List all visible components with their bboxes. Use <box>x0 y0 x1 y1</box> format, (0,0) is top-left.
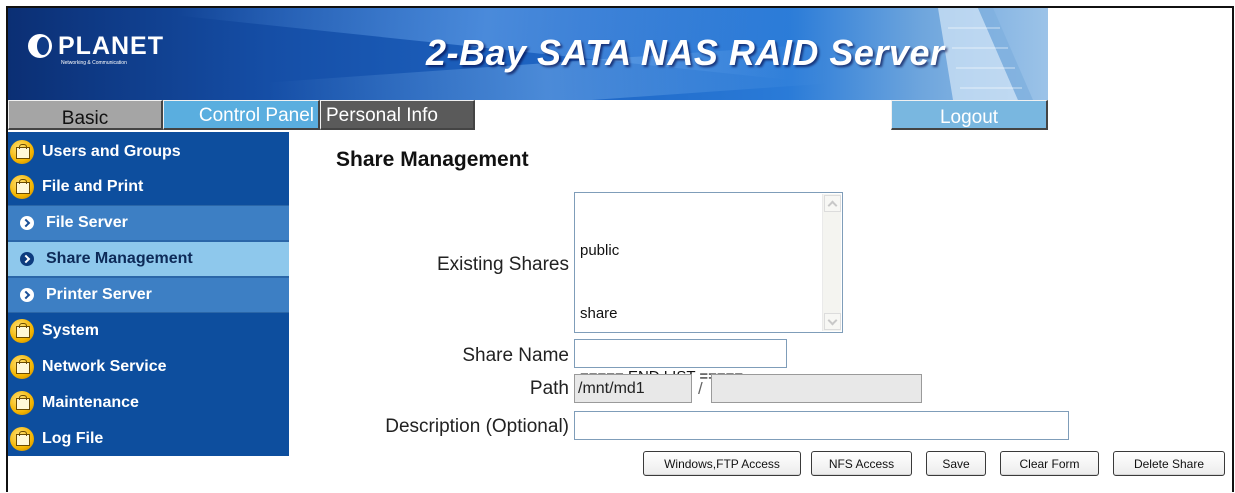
path-separator: / <box>698 379 703 398</box>
list-scrollbar[interactable] <box>822 194 841 331</box>
chevron-right-icon <box>20 216 34 230</box>
folder-icon <box>10 427 34 451</box>
folder-icon <box>10 391 34 415</box>
sidebar-item-network-service[interactable]: Network Service <box>8 349 289 385</box>
scroll-down-arrow-icon[interactable] <box>824 313 841 330</box>
path-prefix-field <box>574 374 692 403</box>
existing-shares-label: Existing Shares <box>436 254 569 275</box>
sidebar: Users and Groups File and Print File Ser… <box>8 132 289 456</box>
header-banner: PLANET Networking & Communication 2-Bay … <box>8 8 1048 100</box>
folder-icon <box>10 140 34 164</box>
sidebar-item-label: File Server <box>46 214 128 231</box>
chevron-right-icon <box>20 252 34 266</box>
sidebar-item-label: Users and Groups <box>42 143 181 160</box>
sidebar-item-label: Network Service <box>42 358 167 375</box>
share-name-field[interactable] <box>574 339 787 368</box>
sidebar-item-file-and-print[interactable]: File and Print <box>8 169 289 205</box>
logo-tagline: Networking & Communication <box>61 60 127 66</box>
sidebar-item-share-management[interactable]: Share Management <box>8 241 289 277</box>
sidebar-item-label: File and Print <box>42 178 144 195</box>
clear-form-button[interactable]: Clear Form <box>1000 451 1099 476</box>
product-title: 2-Bay SATA NAS RAID Server <box>426 32 945 73</box>
list-item[interactable]: public <box>580 240 743 261</box>
planet-logo-icon <box>28 34 52 58</box>
logo-text: PLANET <box>58 32 164 60</box>
sidebar-item-label: System <box>42 322 99 339</box>
windows-ftp-access-button[interactable]: Windows,FTP Access <box>643 451 801 476</box>
path-label: Path <box>529 378 569 399</box>
nfs-access-button[interactable]: NFS Access <box>811 451 912 476</box>
list-item[interactable]: share <box>580 303 743 324</box>
tab-control-panel[interactable]: Control Panel <box>163 100 320 130</box>
tab-basic[interactable]: Basic <box>8 100 163 130</box>
folder-icon <box>10 175 34 199</box>
sidebar-item-users-and-groups[interactable]: Users and Groups <box>8 134 289 170</box>
description-field[interactable] <box>574 411 1069 440</box>
planet-logo: PLANET Networking & Communication <box>28 32 164 66</box>
sidebar-item-log-file[interactable]: Log File <box>8 421 289 457</box>
share-name-label: Share Name <box>462 345 569 366</box>
sidebar-item-file-server[interactable]: File Server <box>8 205 289 241</box>
save-button[interactable]: Save <box>926 451 986 476</box>
scroll-up-arrow-icon[interactable] <box>824 195 841 212</box>
existing-shares-list[interactable]: public share ===== END LIST ===== <box>574 192 843 385</box>
folder-icon <box>10 319 34 343</box>
sidebar-item-label: Printer Server <box>46 286 152 303</box>
logout-button[interactable]: Logout <box>891 100 1048 130</box>
description-label: Description (Optional) <box>385 416 569 437</box>
sidebar-item-maintenance[interactable]: Maintenance <box>8 385 289 421</box>
sidebar-item-label: Share Management <box>46 250 193 267</box>
top-menu: Basic Control Panel Personal Info Logout <box>8 100 1048 130</box>
sidebar-item-printer-server[interactable]: Printer Server <box>8 277 289 313</box>
sidebar-item-system[interactable]: System <box>8 313 289 349</box>
sidebar-item-label: Log File <box>42 430 104 447</box>
sidebar-item-label: Maintenance <box>42 394 139 411</box>
chevron-right-icon <box>20 288 34 302</box>
tab-personal-info[interactable]: Personal Info <box>320 100 475 130</box>
path-field[interactable] <box>711 374 922 403</box>
folder-icon <box>10 355 34 379</box>
delete-share-button[interactable]: Delete Share <box>1113 451 1225 476</box>
page-title: Share Management <box>336 148 529 171</box>
